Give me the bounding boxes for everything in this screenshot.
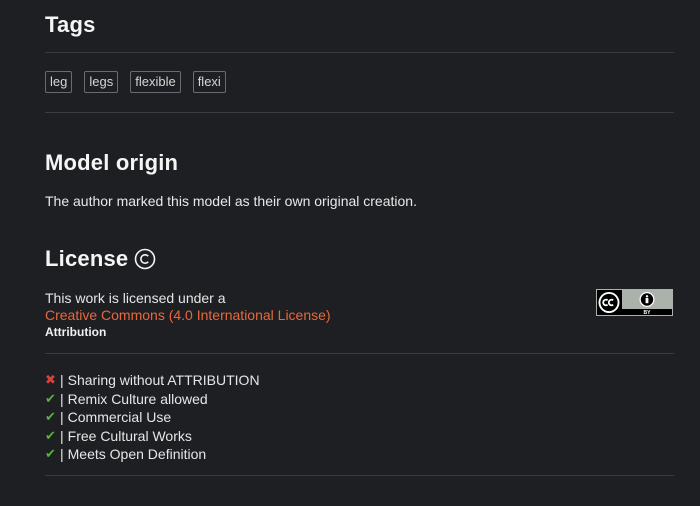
- tag-list: leg legs flexible flexi: [45, 71, 226, 93]
- permission-label: Sharing without ATTRIBUTION: [67, 372, 260, 388]
- permission-label: Commercial Use: [67, 409, 172, 425]
- permission-item: ✔ | Free Cultural Works: [45, 427, 260, 446]
- permission-item: ✔ | Commercial Use: [45, 408, 260, 427]
- check-icon: ✔: [45, 427, 56, 443]
- separator: |: [60, 409, 64, 425]
- permission-label: Remix Culture allowed: [67, 390, 208, 407]
- separator: |: [60, 427, 64, 444]
- tags-heading: Tags: [45, 12, 96, 37]
- divider: [45, 353, 674, 354]
- separator: |: [60, 390, 64, 407]
- check-icon: ✔: [45, 390, 56, 406]
- divider: [45, 475, 674, 476]
- permission-label: Meets Open Definition: [67, 446, 207, 462]
- permission-item: ✖ | Sharing without ATTRIBUTION: [45, 371, 260, 390]
- cross-icon: ✖: [45, 372, 56, 387]
- permission-item: ✔ | Remix Culture allowed: [45, 390, 260, 409]
- cc-badge-by-label: BY: [644, 310, 652, 316]
- permission-label: Free Cultural Works: [67, 427, 192, 444]
- license-heading: License: [45, 246, 129, 271]
- model-origin-heading: Model origin: [45, 150, 179, 175]
- separator: |: [60, 372, 64, 388]
- license-permissions-list: ✖ | Sharing without ATTRIBUTION ✔ | Remix Cu…: [45, 371, 260, 464]
- license-intro: This work is licensed under a: [45, 290, 226, 306]
- divider: [45, 112, 674, 113]
- license-heading-row: License: [45, 246, 156, 272]
- tag-flexible[interactable]: flexible: [130, 71, 181, 93]
- tag-flexi[interactable]: flexi: [192, 71, 226, 93]
- model-details-panel: Tags leg legs flexible flexi Model origi…: [0, 0, 700, 506]
- cc-by-badge[interactable]: BY: [596, 289, 673, 316]
- divider: [45, 52, 674, 53]
- separator: |: [60, 446, 64, 462]
- model-origin-text: The author marked this model as their ow…: [45, 193, 417, 209]
- copyright-icon: [135, 248, 156, 270]
- license-type: Attribution: [45, 325, 107, 339]
- license-link[interactable]: Creative Commons (4.0 International Lice…: [45, 307, 331, 323]
- permission-item: ✔ | Meets Open Definition: [45, 445, 260, 464]
- license-description: This work is licensed under a Creative C…: [45, 290, 331, 341]
- check-icon: ✔: [45, 446, 56, 461]
- tag-leg[interactable]: leg: [45, 71, 73, 93]
- check-icon: ✔: [45, 409, 56, 424]
- tag-legs[interactable]: legs: [84, 71, 119, 93]
